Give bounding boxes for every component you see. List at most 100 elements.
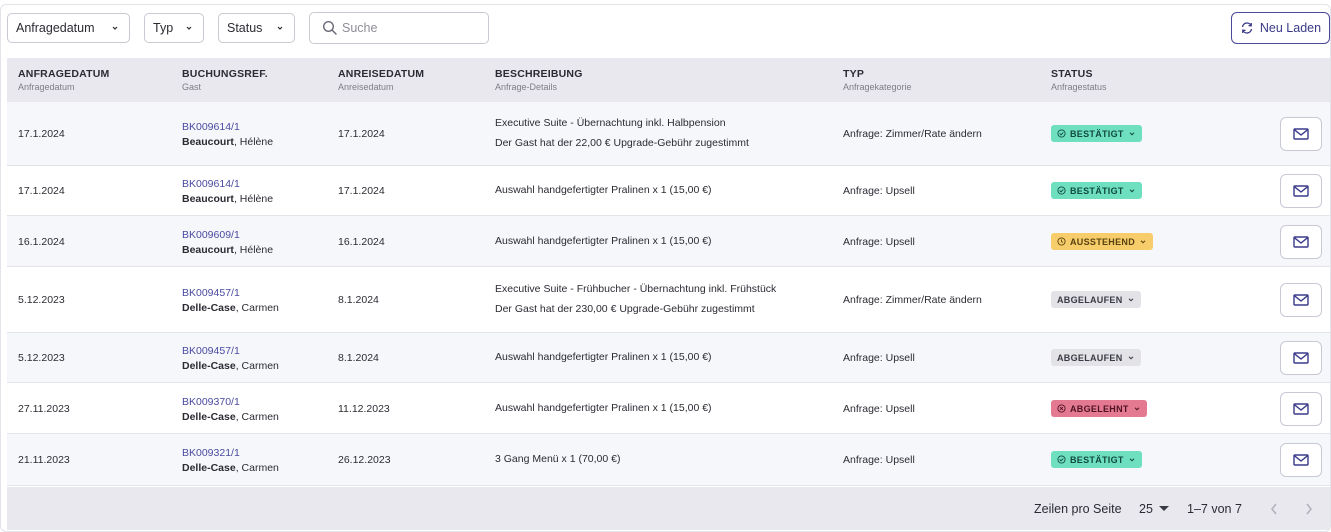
booking-ref-cell: BK009457/1 Delle-Case, Carmen: [182, 287, 279, 314]
column-header-arrival-date[interactable]: ANREISEDATUM Anreisedatum: [338, 68, 424, 92]
table-row[interactable]: 5.12.2023 BK009457/1 Delle-Case, Carmen …: [7, 267, 1330, 333]
request-date: 17.1.2024: [18, 185, 65, 197]
mail-icon: [1293, 454, 1309, 466]
table-row[interactable]: 16.1.2024 BK009609/1 Beaucourt, Hélène 1…: [7, 216, 1330, 267]
column-header-status[interactable]: STATUS Anfragestatus: [1051, 68, 1107, 92]
guest-first-name: , Hélène: [233, 136, 274, 148]
booking-ref-link[interactable]: BK009370/1: [182, 396, 279, 408]
check-circle-icon: [1057, 455, 1066, 464]
table-row[interactable]: 21.11.2023 BK009321/1 Delle-Case, Carmen…: [7, 434, 1330, 486]
arrival-date: 8.1.2024: [338, 294, 379, 306]
status-filter-dropdown[interactable]: Status: [218, 13, 295, 43]
chevron-down-icon: [1128, 297, 1133, 302]
booking-ref-link[interactable]: BK009321/1: [182, 447, 279, 459]
status-badge[interactable]: BESTÄTIGT: [1051, 451, 1142, 468]
rows-per-page-label: Zeilen pro Seite: [1034, 502, 1122, 516]
arrival-date: 17.1.2024: [338, 128, 385, 140]
send-email-button[interactable]: [1280, 283, 1322, 317]
guest-name: Beaucourt, Hélène: [182, 136, 273, 148]
type-filter-dropdown[interactable]: Typ: [144, 13, 204, 43]
description-line-1: 3 Gang Menü x 1 (70,00 €): [495, 453, 621, 465]
arrival-date: 17.1.2024: [338, 185, 385, 197]
description-cell: Auswahl handgefertigter Pralinen x 1 (15…: [495, 351, 712, 363]
status-label: AUSSTEHEND: [1070, 236, 1136, 247]
toolbar: Anfragedatum Typ Status Neu Laden: [0, 0, 1331, 58]
booking-ref-cell: BK009609/1 Beaucourt, Hélène: [182, 229, 273, 256]
guest-last-name: Delle-Case: [182, 360, 236, 372]
date-filter-dropdown[interactable]: Anfragedatum: [7, 13, 130, 43]
send-email-button[interactable]: [1280, 225, 1322, 259]
status-badge[interactable]: ABGELAUFEN: [1051, 291, 1141, 308]
column-subtitle: Anfragekategorie: [843, 82, 912, 92]
chevron-down-icon: [1129, 457, 1135, 462]
column-header-request-date[interactable]: ANFRAGEDATUM Anfragedatum: [18, 68, 109, 92]
status-label: ABGELAUFEN: [1057, 352, 1123, 363]
mail-icon: [1293, 185, 1309, 197]
search-input[interactable]: [342, 21, 482, 35]
description-cell: Auswahl handgefertigter Pralinen x 1 (15…: [495, 235, 712, 247]
booking-ref-link[interactable]: BK009614/1: [182, 121, 273, 133]
chevron-down-icon: [1140, 239, 1146, 244]
booking-ref-link[interactable]: BK009609/1: [182, 229, 273, 241]
search-box: [309, 12, 489, 44]
column-subtitle: Gast: [182, 82, 202, 92]
x-circle-icon: [1057, 404, 1066, 413]
column-header-type[interactable]: TYP Anfragekategorie: [843, 68, 912, 92]
column-header-booking-ref[interactable]: BUCHUNGSREF. Gast: [182, 68, 268, 92]
caret-down-icon: [1158, 506, 1169, 511]
mail-icon: [1293, 294, 1309, 306]
status-badge[interactable]: BESTÄTIGT: [1051, 125, 1142, 142]
column-title: STATUS: [1051, 68, 1093, 80]
table-row[interactable]: 27.11.2023 BK009370/1 Delle-Case, Carmen…: [7, 383, 1330, 434]
reload-button[interactable]: Neu Laden: [1231, 12, 1330, 44]
reload-label: Neu Laden: [1259, 21, 1322, 35]
send-email-button[interactable]: [1280, 341, 1322, 375]
booking-ref-link[interactable]: BK009457/1: [182, 287, 279, 299]
request-date: 27.11.2023: [18, 403, 70, 415]
status-badge[interactable]: BESTÄTIGT: [1051, 182, 1142, 199]
rows-per-page-value: 25: [1139, 502, 1153, 516]
description-line-1: Auswahl handgefertigter Pralinen x 1 (15…: [495, 235, 712, 247]
column-subtitle: Anreisedatum: [338, 82, 394, 92]
send-email-button[interactable]: [1280, 443, 1322, 477]
status-badge[interactable]: AUSSTEHEND: [1051, 233, 1154, 250]
request-date: 17.1.2024: [18, 128, 65, 140]
booking-ref-link[interactable]: BK009614/1: [182, 178, 273, 190]
check-circle-icon: [1057, 186, 1066, 195]
request-type: Anfrage: Upsell: [843, 454, 915, 466]
description-line-1: Executive Suite - Frühbucher - Übernacht…: [495, 283, 777, 295]
chevron-down-icon: [1129, 131, 1135, 136]
booking-ref-cell: BK009457/1 Delle-Case, Carmen: [182, 345, 279, 372]
request-date: 5.12.2023: [18, 294, 65, 306]
status-badge[interactable]: ABGELEHNT: [1051, 400, 1147, 417]
rows-per-page-select[interactable]: 25: [1139, 502, 1169, 516]
status-label: ABGELEHNT: [1070, 403, 1129, 414]
status-label: ABGELAUFEN: [1057, 294, 1123, 305]
guest-name: Beaucourt, Hélène: [182, 244, 273, 256]
send-email-button[interactable]: [1280, 174, 1322, 208]
status-label: BESTÄTIGT: [1070, 128, 1124, 139]
guest-last-name: Beaucourt: [182, 193, 234, 205]
table-row[interactable]: 17.1.2024 BK009614/1 Beaucourt, Hélène 1…: [7, 166, 1330, 216]
booking-ref-link[interactable]: BK009457/1: [182, 345, 279, 357]
arrival-date: 8.1.2024: [338, 352, 379, 364]
chevron-down-icon: [1134, 406, 1140, 411]
description-line-1: Auswahl handgefertigter Pralinen x 1 (15…: [495, 184, 712, 196]
table-row[interactable]: 17.1.2024 BK009614/1 Beaucourt, Hélène 1…: [7, 102, 1330, 166]
guest-first-name: , Carmen: [235, 411, 279, 423]
status-badge[interactable]: ABGELAUFEN: [1051, 349, 1141, 366]
arrival-date: 26.12.2023: [338, 454, 391, 466]
send-email-button[interactable]: [1280, 117, 1322, 151]
description-line-1: Auswahl handgefertigter Pralinen x 1 (15…: [495, 402, 712, 414]
request-type: Anfrage: Upsell: [843, 352, 915, 364]
table-row[interactable]: 5.12.2023 BK009457/1 Delle-Case, Carmen …: [7, 333, 1330, 383]
guest-first-name: , Carmen: [235, 302, 279, 314]
send-email-button[interactable]: [1280, 392, 1322, 426]
previous-page-button[interactable]: [1265, 500, 1283, 518]
column-title: TYP: [843, 68, 865, 80]
check-circle-icon: [1057, 129, 1066, 138]
column-title: ANFRAGEDATUM: [18, 68, 110, 80]
table-pagination: Zeilen pro Seite 25 1–7 von 7: [7, 487, 1330, 530]
column-header-description[interactable]: BESCHREIBUNG Anfrage-Details: [495, 68, 583, 92]
next-page-button[interactable]: [1300, 500, 1318, 518]
